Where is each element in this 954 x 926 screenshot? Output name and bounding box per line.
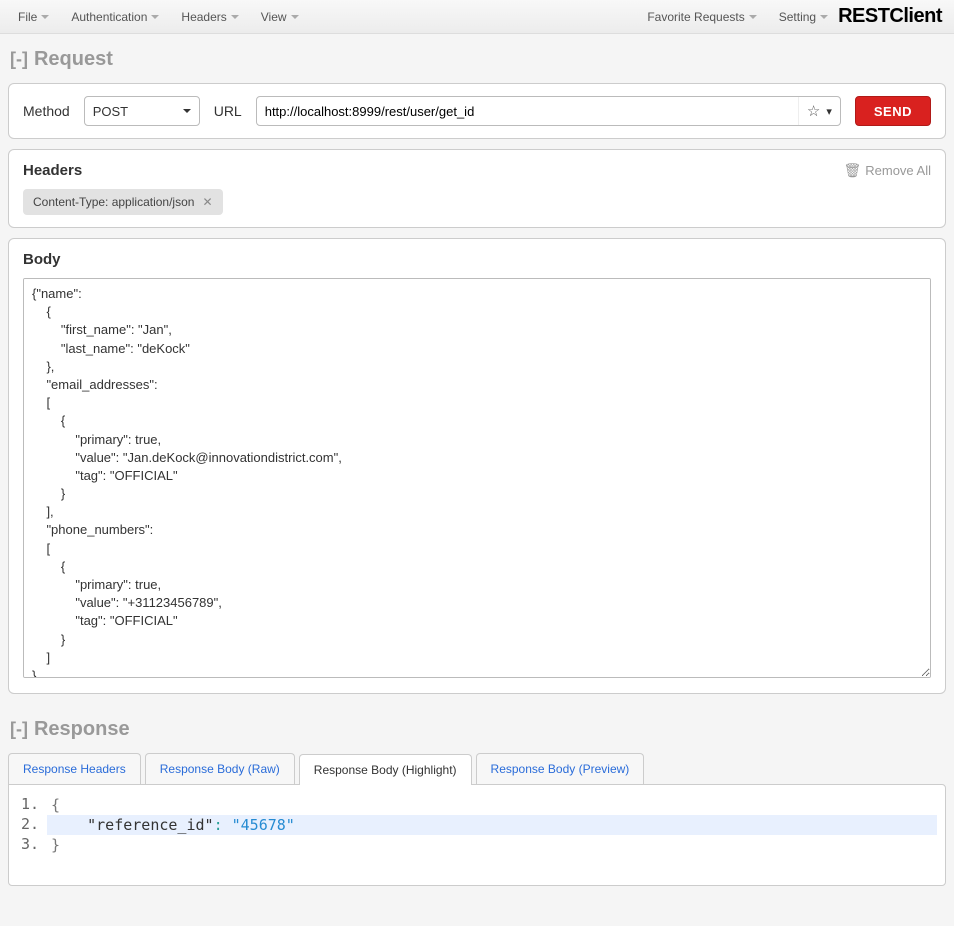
star-icon[interactable]: ☆	[807, 102, 820, 120]
body-textarea[interactable]	[23, 278, 931, 678]
collapse-response-icon[interactable]: [-]	[10, 719, 28, 740]
tab-response-body-highlight[interactable]: Response Body (Highlight)	[299, 754, 472, 785]
menu-headers[interactable]: Headers	[171, 6, 248, 28]
line-number: 3.	[17, 835, 47, 855]
tab-response-headers[interactable]: Response Headers	[8, 753, 141, 784]
menu-view-label: View	[261, 10, 287, 24]
menu-view[interactable]: View	[251, 6, 309, 28]
headers-title: Headers	[23, 162, 82, 179]
line-number: 1.	[17, 795, 47, 815]
caret-icon	[749, 15, 757, 19]
trash-icon: 🗑	[843, 162, 861, 179]
menu-file-label: File	[18, 10, 37, 24]
url-label: URL	[214, 103, 242, 119]
menu-setting-label: Setting	[779, 10, 816, 24]
caret-icon	[820, 15, 828, 19]
chevron-down-icon[interactable]: ▾	[826, 105, 832, 118]
response-tabs: Response Headers Response Body (Raw) Res…	[8, 753, 946, 784]
method-select[interactable]: POST	[84, 96, 200, 126]
caret-icon	[151, 15, 159, 19]
header-chip-text: Content-Type: application/json	[33, 195, 194, 209]
menu-auth-label: Authentication	[71, 10, 147, 24]
menu-headers-label: Headers	[181, 10, 226, 24]
request-section-header: [-] Request	[0, 34, 954, 83]
line-number: 2.	[17, 815, 47, 835]
collapse-request-icon[interactable]: [-]	[10, 49, 28, 70]
tab-response-body-raw[interactable]: Response Body (Raw)	[145, 753, 295, 784]
json-key: "reference_id"	[87, 816, 213, 834]
remove-all-label: Remove All	[865, 163, 931, 178]
tab-response-body-preview[interactable]: Response Body (Preview)	[476, 753, 645, 784]
response-code: 1.{ 2. "reference_id": "45678" 3.}	[17, 795, 937, 855]
request-title: Request	[34, 48, 113, 71]
json-value: "45678"	[232, 816, 295, 834]
caret-icon	[41, 15, 49, 19]
menu-setting[interactable]: Setting	[769, 6, 838, 28]
body-title: Body	[23, 251, 61, 268]
remove-header-icon[interactable]: ✕	[202, 195, 212, 209]
json-colon: :	[214, 816, 223, 834]
remove-all-button[interactable]: 🗑 Remove All	[843, 162, 931, 179]
response-section-header: [-] Response	[0, 704, 954, 753]
caret-icon	[291, 15, 299, 19]
request-line-panel: Method POST URL ☆ ▾ SEND	[8, 83, 946, 139]
method-label: Method	[23, 103, 70, 119]
menu-fav-label: Favorite Requests	[647, 10, 744, 24]
send-button[interactable]: SEND	[855, 96, 931, 126]
chevron-down-icon	[183, 109, 191, 113]
brace-open: {	[51, 796, 60, 814]
brand-logo: RESTClient	[838, 5, 946, 28]
url-field-wrap: ☆ ▾	[256, 96, 841, 126]
header-chip[interactable]: Content-Type: application/json ✕	[23, 189, 223, 215]
method-value: POST	[93, 104, 128, 119]
brace-close: }	[51, 836, 60, 854]
response-body-panel: 1.{ 2. "reference_id": "45678" 3.}	[8, 784, 946, 886]
top-menu-bar: File Authentication Headers View Favorit…	[0, 0, 954, 34]
menu-right: Favorite Requests Setting	[637, 6, 838, 28]
menu-favorite-requests[interactable]: Favorite Requests	[637, 6, 766, 28]
body-panel: Body	[8, 238, 946, 694]
menu-authentication[interactable]: Authentication	[61, 6, 169, 28]
menu-file[interactable]: File	[8, 6, 59, 28]
url-input[interactable]	[257, 97, 798, 125]
response-title: Response	[34, 718, 130, 741]
menu-left: File Authentication Headers View	[8, 6, 309, 28]
headers-panel: Headers 🗑 Remove All Content-Type: appli…	[8, 149, 946, 228]
caret-icon	[231, 15, 239, 19]
